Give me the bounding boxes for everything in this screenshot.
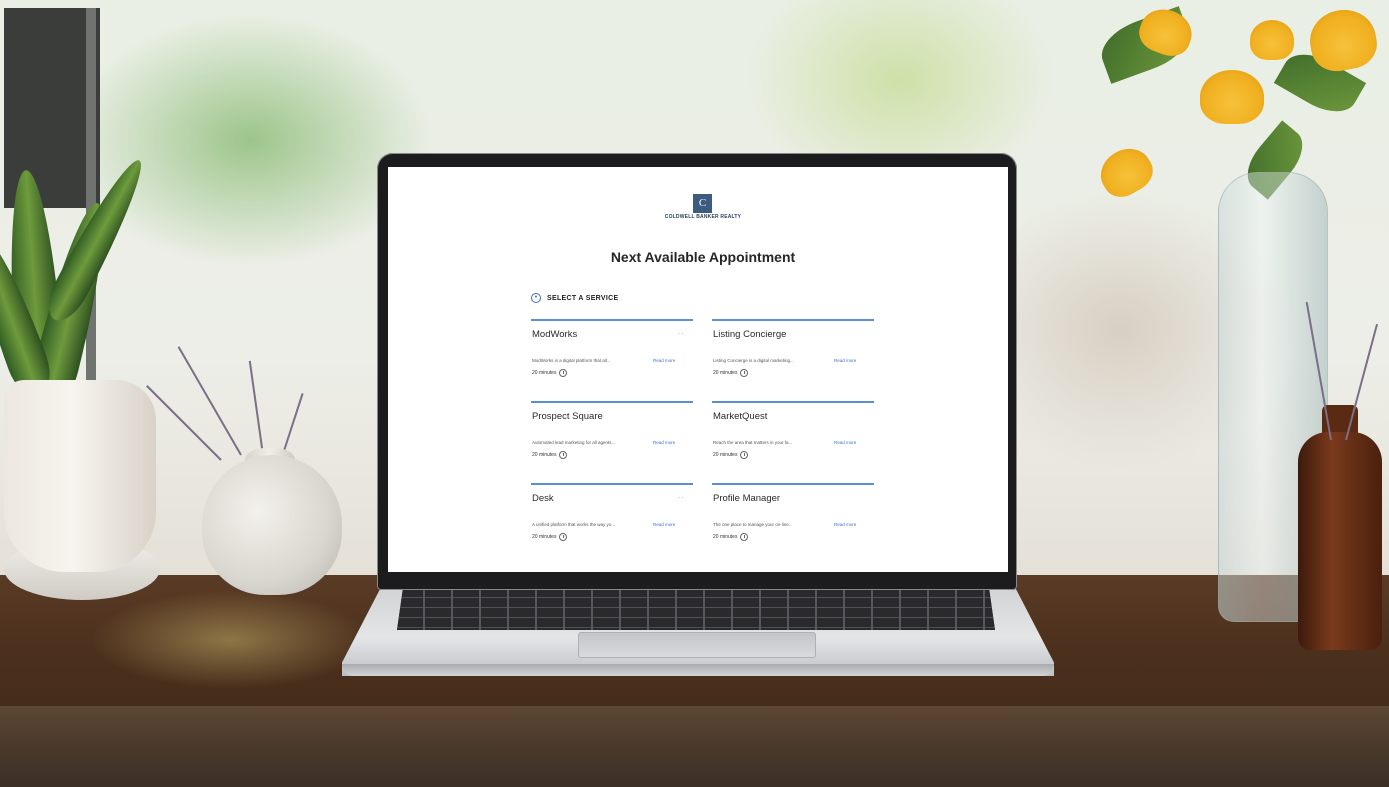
- service-duration: 20 minutes: [532, 451, 568, 459]
- amber-bottle: [1298, 432, 1382, 650]
- dried-stem: [146, 385, 222, 461]
- read-more-link[interactable]: Read more: [653, 522, 675, 527]
- duration-text: 20 minutes: [713, 370, 738, 376]
- read-more-link[interactable]: Read more: [834, 522, 856, 527]
- dried-stem: [248, 360, 264, 456]
- clock-icon: [740, 369, 749, 377]
- service-title: Prospect Square: [532, 411, 603, 422]
- service-duration: 20 minutes: [713, 451, 749, 459]
- service-card-modworks[interactable]: ModWorks ·· ModWorks is a digital platfo…: [531, 319, 693, 389]
- dried-stem: [177, 346, 242, 456]
- table-edge: [0, 706, 1389, 787]
- ceramic-vase: [202, 455, 342, 595]
- service-title: ModWorks: [532, 329, 578, 340]
- service-description: Reach the area that matters in your fa..…: [713, 440, 793, 445]
- step-label: SELECT A SERVICE: [547, 294, 619, 302]
- yellow-flower: [1200, 70, 1264, 124]
- read-more-link[interactable]: Read more: [834, 440, 856, 445]
- table-reflection: [90, 590, 370, 690]
- read-more-link[interactable]: Read more: [834, 358, 856, 363]
- clock-icon: •: [531, 293, 541, 303]
- clock-icon: [559, 451, 568, 459]
- more-options-icon[interactable]: ··: [678, 329, 685, 338]
- laptop-screen: C COLDWELL BANKER REALTY Next Available …: [388, 167, 1008, 572]
- service-title: MarketQuest: [713, 411, 768, 422]
- yellow-flower: [1092, 139, 1160, 205]
- service-description: A unified platform that works the way yo…: [532, 522, 616, 527]
- duration-text: 20 minutes: [713, 452, 738, 458]
- read-more-link[interactable]: Read more: [653, 440, 675, 445]
- service-duration: 20 minutes: [532, 369, 568, 377]
- page-title: Next Available Appointment: [610, 249, 796, 265]
- service-title: Listing Concierge: [713, 329, 787, 340]
- service-duration: 20 minutes: [713, 533, 749, 541]
- service-title: Profile Manager: [713, 493, 781, 504]
- service-duration: 20 minutes: [713, 369, 749, 377]
- duration-text: 20 minutes: [713, 534, 738, 540]
- service-title: Desk: [532, 493, 554, 504]
- brand-logo-text: COLDWELL BANKER REALTY: [664, 214, 742, 220]
- clock-icon: [559, 369, 568, 377]
- clock-icon: [740, 451, 749, 459]
- service-card-listing-concierge[interactable]: Listing Concierge Listing Concierge is a…: [712, 319, 874, 389]
- keyboard-rows: [397, 588, 995, 630]
- more-options-icon[interactable]: ··: [678, 493, 685, 502]
- service-card-prospect-square[interactable]: Prospect Square Automated lead marketing…: [531, 401, 693, 471]
- service-card-profile-manager[interactable]: Profile Manager The one place to manage …: [712, 483, 874, 553]
- duration-text: 20 minutes: [532, 370, 557, 376]
- yellow-flower: [1250, 20, 1294, 60]
- service-card-desk[interactable]: Desk ·· A unified platform that works th…: [531, 483, 693, 553]
- clock-icon: [740, 533, 749, 541]
- read-more-link[interactable]: Read more: [653, 358, 675, 363]
- service-description: Automated lead marketing for all agents.…: [532, 440, 616, 445]
- service-card-marketquest[interactable]: MarketQuest Reach the area that matters …: [712, 401, 874, 471]
- duration-text: 20 minutes: [532, 534, 557, 540]
- service-duration: 20 minutes: [532, 533, 568, 541]
- service-description: Listing Concierge is a digital marketing…: [713, 358, 794, 363]
- dried-stem: [1345, 323, 1379, 441]
- service-description: The one place to manage your on-line...: [713, 522, 793, 527]
- service-description: ModWorks is a digital platform that all.…: [532, 358, 611, 363]
- laptop-trackpad: [578, 632, 816, 658]
- clock-icon: [559, 533, 568, 541]
- plant-pot: [4, 380, 156, 572]
- step-header: • SELECT A SERVICE: [531, 293, 618, 303]
- brand-logo-icon: C: [693, 194, 712, 213]
- laptop-base-front: [342, 664, 1054, 676]
- duration-text: 20 minutes: [532, 452, 557, 458]
